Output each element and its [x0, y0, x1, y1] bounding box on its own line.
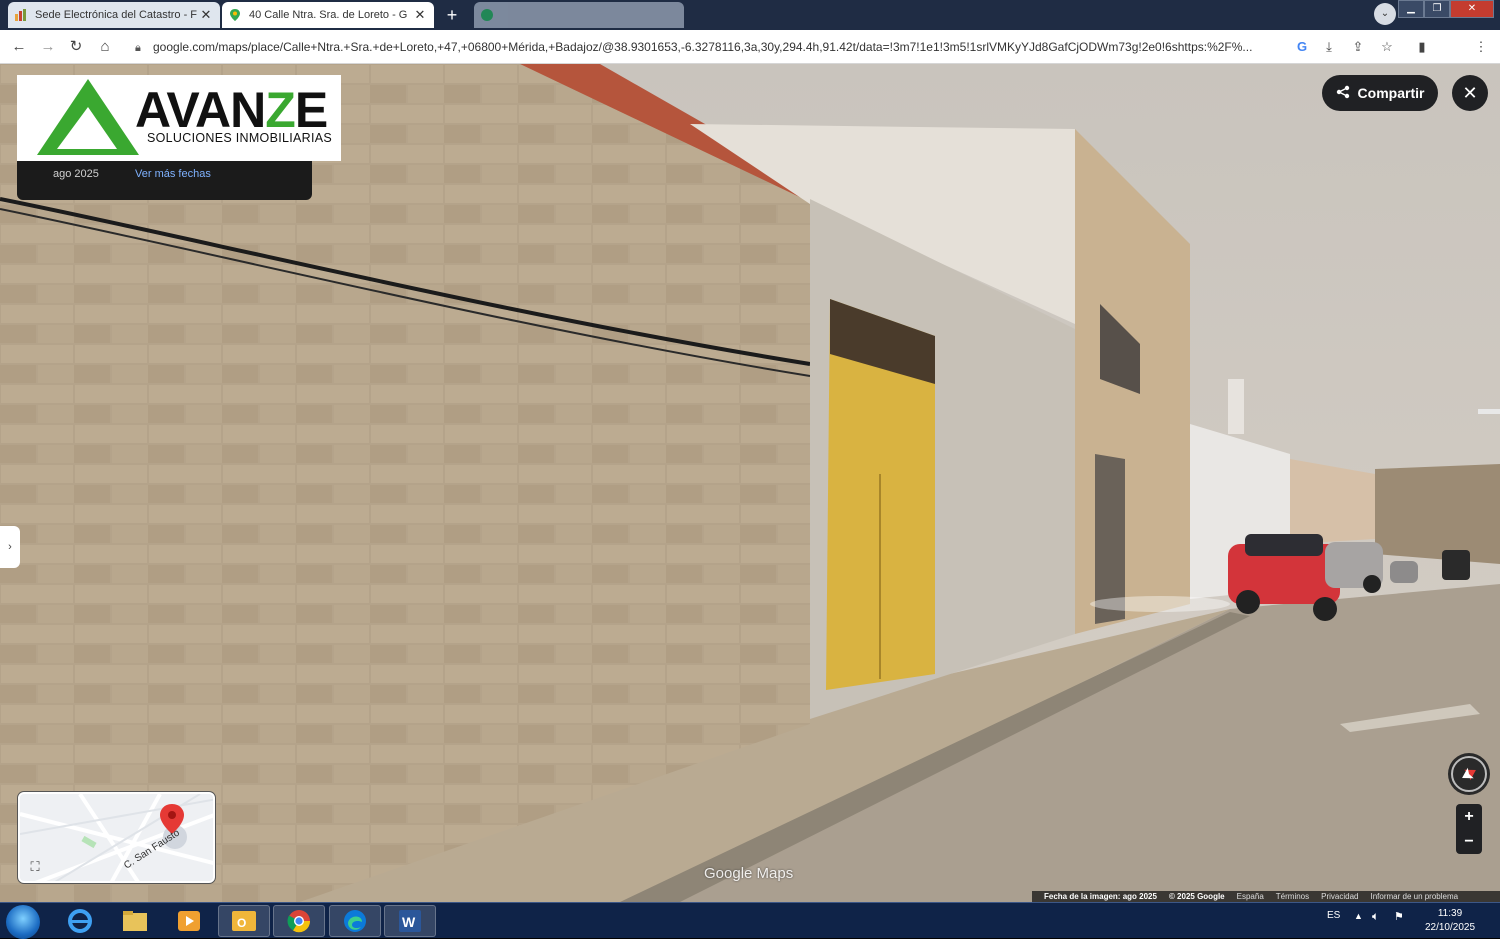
bookmark-star-icon[interactable]: ☆: [1376, 36, 1398, 58]
install-icon[interactable]: ⤓: [1318, 36, 1340, 58]
word-icon[interactable]: W: [384, 905, 436, 937]
zoom-out-button[interactable]: −: [1456, 829, 1482, 854]
attribution-footer: Fecha de la imagen: ago 2025 © 2025 Goog…: [1032, 891, 1500, 902]
window-controls: ▁ ❐ ✕: [1398, 0, 1494, 18]
close-street-view-button[interactable]: ✕: [1452, 75, 1488, 111]
imagery-date-footer: Fecha de la imagen: ago 2025: [1044, 892, 1157, 901]
minimize-icon[interactable]: ▁: [1398, 0, 1424, 18]
file-explorer-icon[interactable]: [109, 905, 161, 937]
side-panel-icon[interactable]: ▮: [1411, 36, 1433, 58]
share-icon: [1336, 85, 1350, 102]
catastro-icon: [14, 8, 28, 22]
google-maps-watermark: Google Maps: [704, 865, 794, 882]
window-close-icon[interactable]: ✕: [1450, 0, 1494, 18]
media-player-icon[interactable]: [163, 905, 215, 937]
svg-text:O: O: [237, 916, 246, 930]
collapse-side-panel-button[interactable]: ›: [0, 526, 20, 568]
tab-google-maps[interactable]: 40 Calle Ntra. Sra. de Loreto - G ✕: [222, 2, 434, 28]
privacy-link[interactable]: Privacidad: [1321, 892, 1358, 901]
report-problem-link[interactable]: Informar de un problema: [1370, 892, 1458, 901]
tab-title: Sede Electrónica del Catastro - F: [35, 9, 198, 21]
avanze-triangle-icon: [37, 79, 139, 155]
tab-title: 40 Calle Ntra. Sra. de Loreto - G: [249, 9, 408, 21]
share-label: Compartir: [1357, 85, 1425, 101]
country-link[interactable]: España: [1237, 892, 1264, 901]
home-icon[interactable]: ⌂: [94, 36, 116, 58]
minimap[interactable]: C. San Fausto ⛶: [18, 792, 215, 883]
url-bar[interactable]: 🔒︎ google.com/maps/place/Calle+Ntra.+Sra.…: [135, 36, 1285, 58]
google-lens-icon[interactable]: G: [1291, 36, 1313, 58]
edge-icon[interactable]: [329, 905, 381, 937]
grey-car: [1325, 542, 1383, 593]
system-clock[interactable]: 11:39 22/10/2025: [1418, 907, 1482, 935]
maps-pin-icon: [228, 8, 242, 22]
volume-icon[interactable]: 🔈︎: [1372, 909, 1379, 924]
more-dates-link[interactable]: Ver más fechas: [135, 168, 211, 180]
share-page-icon[interactable]: ⇪: [1347, 36, 1369, 58]
tab-catastro[interactable]: Sede Electrónica del Catastro - F ✕: [8, 2, 220, 28]
new-tab-button[interactable]: +: [441, 5, 463, 25]
clock-time: 11:39: [1437, 908, 1463, 919]
action-center-flag-icon[interactable]: ⚑: [1394, 910, 1404, 923]
copyright: © 2025 Google: [1168, 892, 1225, 901]
forward-arrow-icon[interactable]: →: [37, 36, 59, 58]
close-tab-icon[interactable]: ✕: [412, 7, 428, 23]
browser-menu-icon[interactable]: ⋮: [1470, 36, 1492, 58]
lock-icon: 🔒︎: [135, 42, 141, 54]
reload-icon[interactable]: ↻: [65, 36, 87, 58]
browser-tab-strip: Sede Electrónica del Catastro - F ✕ 40 C…: [0, 0, 1500, 30]
maximize-icon[interactable]: ❐: [1424, 0, 1450, 18]
logo-subtitle: SOLUCIONES INMOBILIARIAS: [147, 131, 333, 145]
svg-text:W: W: [402, 914, 416, 930]
compass-icon: [1451, 756, 1487, 792]
outlook-icon[interactable]: O: [218, 905, 270, 937]
start-button-icon[interactable]: [6, 905, 40, 939]
expand-map-icon[interactable]: ⛶: [26, 858, 44, 876]
compass-control[interactable]: [1448, 753, 1490, 795]
whatsapp-icon: [480, 8, 494, 22]
zoom-control: + −: [1456, 804, 1482, 854]
url-text: google.com/maps/place/Calle+Ntra.+Sra.+d…: [153, 40, 1253, 54]
close-tab-icon[interactable]: ✕: [198, 7, 214, 23]
minimap-map: [20, 794, 213, 881]
address-toolbar: ← → ↻ ⌂ 🔒︎ google.com/maps/place/Calle+Nt…: [0, 30, 1500, 86]
clock-date: 22/10/2025: [1424, 922, 1476, 933]
terms-link[interactable]: Términos: [1276, 892, 1309, 901]
share-button[interactable]: Compartir: [1322, 75, 1438, 111]
back-arrow-icon[interactable]: ←: [8, 36, 30, 58]
keyboard-language[interactable]: ES: [1327, 910, 1340, 921]
internet-explorer-icon[interactable]: [54, 905, 106, 937]
zoom-in-button[interactable]: +: [1456, 804, 1482, 829]
avanze-logo: AVANZE SOLUCIONES INMOBILIARIAS: [17, 75, 341, 161]
chrome-icon[interactable]: [273, 905, 325, 937]
tab-search-icon[interactable]: ⌄: [1374, 3, 1396, 25]
tab-whatsapp[interactable]: [474, 2, 684, 28]
windows-taskbar: O W: [0, 902, 1500, 939]
imagery-date: ago 2025: [53, 168, 99, 180]
show-hidden-icons-icon[interactable]: ▲: [1354, 911, 1363, 921]
